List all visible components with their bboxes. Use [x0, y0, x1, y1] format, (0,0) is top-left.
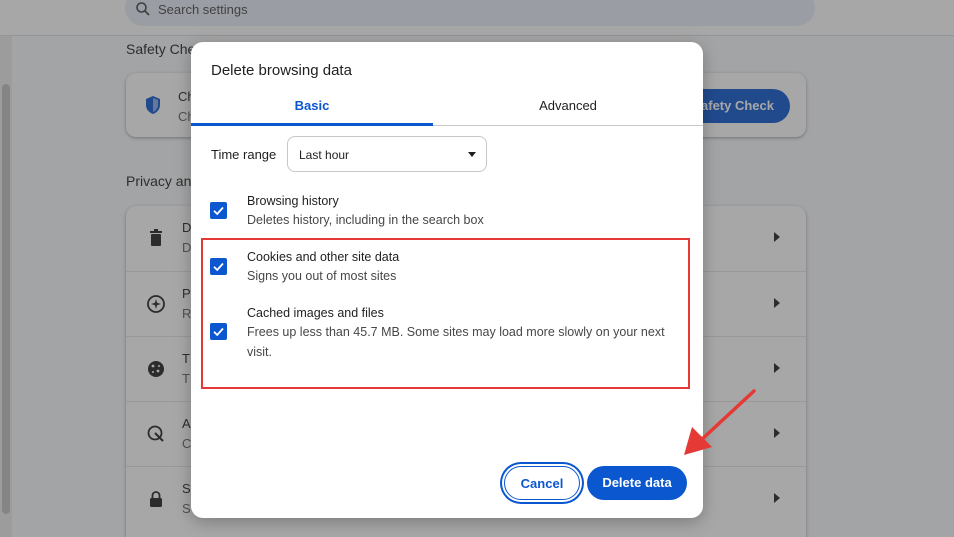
tab-bar: Basic Advanced: [191, 86, 703, 126]
checkmark-icon: [213, 206, 224, 216]
option-title: Browsing history: [247, 194, 339, 208]
time-range-value: Last hour: [299, 148, 350, 162]
option-browsing-history: Browsing history Deletes history, includ…: [191, 192, 703, 234]
browsing-history-checkbox[interactable]: [210, 202, 227, 219]
time-range-dropdown[interactable]: Last hour: [287, 136, 487, 172]
selected-tab-indicator: [191, 123, 433, 126]
annotation-highlight-box: [201, 238, 690, 389]
time-range-label: Time range: [211, 147, 277, 162]
tab-basic[interactable]: Basic: [191, 86, 433, 126]
delete-browsing-data-dialog: Delete browsing data Basic Advanced Time…: [191, 42, 703, 518]
dropdown-arrow-icon: [468, 152, 476, 157]
dialog-title: Delete browsing data: [211, 62, 352, 79]
tab-advanced[interactable]: Advanced: [433, 86, 703, 126]
cancel-button[interactable]: Cancel: [504, 466, 580, 500]
option-subtitle: Deletes history, including in the search…: [247, 213, 484, 227]
delete-data-button[interactable]: Delete data: [587, 466, 687, 500]
annotation-arrow-icon: [684, 389, 756, 455]
